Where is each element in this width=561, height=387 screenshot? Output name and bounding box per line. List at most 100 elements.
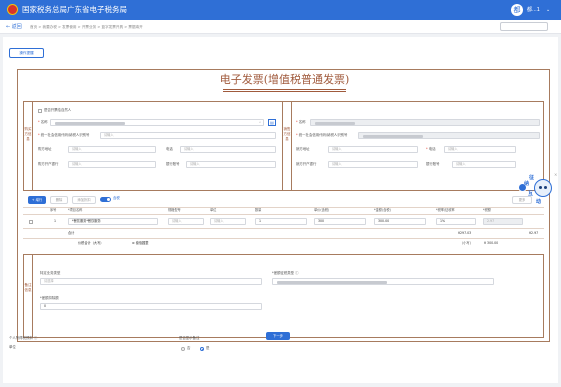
seller-phone-input[interactable]: 请输入	[444, 146, 516, 153]
assistant-char: 纳	[524, 181, 530, 187]
table-top-line	[23, 207, 544, 208]
buyer-account-input[interactable]: 请输入	[186, 161, 276, 168]
radio-yes[interactable]	[200, 347, 204, 351]
tax-emblem-icon	[7, 4, 18, 15]
total-words-label: 价税合计（大写）	[78, 241, 104, 245]
breadcrumb-bar: ← 返回 首页 > 我要办税 > 发票使用 > 开票业务 > 蓝字发票开具 > …	[0, 20, 561, 34]
subtotal-tax: ¥2.97	[529, 231, 539, 235]
operation-tip-button[interactable]: 操作提醒	[9, 48, 44, 58]
unit-input[interactable]: 请输入	[210, 218, 246, 225]
col-tax: *税额	[483, 208, 491, 212]
total-words: ⊗ 叁佰圆整	[132, 241, 149, 245]
buyer-phone-label: 电话	[166, 147, 173, 151]
buyer-tax-label: * 统一社会信用代码/纳税人识别号	[38, 133, 90, 137]
row-no: 1	[54, 219, 57, 223]
redacted-text	[55, 121, 125, 125]
add-discount-button[interactable]: 添加折扣	[72, 196, 96, 204]
radio-no[interactable]	[181, 347, 185, 351]
lookup-icon[interactable]: ▤	[268, 119, 276, 126]
seller-bank-label: 销方开户银行	[296, 162, 317, 166]
user-avatar[interactable]: 都	[511, 4, 523, 16]
buyer-bank-input[interactable]: 请输入	[68, 161, 156, 168]
buyer-account-label: 银行账号	[166, 162, 180, 166]
spec-input[interactable]: 请输入	[168, 218, 204, 225]
seller-bank-input[interactable]: 请输入	[328, 161, 418, 168]
col-spec: 规格型号	[168, 208, 181, 212]
buyer-name-label: * 名称	[38, 120, 48, 124]
col-amount: *金额(含税)	[374, 208, 391, 212]
close-icon[interactable]: ×	[554, 173, 558, 177]
search-icon[interactable]: ⌕	[259, 120, 261, 125]
special-type-select[interactable]: 请选择	[40, 278, 262, 285]
tax-amount-input: 2.97	[483, 218, 523, 225]
seller-section-label: 销售方信息	[283, 102, 292, 190]
seller-tax-input	[358, 132, 540, 139]
diff-type-select[interactable]	[272, 278, 494, 285]
top-bar: 国家税务总局广东省电子税务局 都 都...1 ⌄	[0, 0, 561, 20]
redacted-text	[277, 280, 387, 284]
seller-account-label: 银行账号	[426, 162, 440, 166]
diff-type-label: *差额征税类型 ⓘ	[272, 271, 299, 275]
buyer-name-input[interactable]: ⌕	[50, 119, 264, 126]
back-link[interactable]: ← 返回	[6, 23, 22, 31]
show-remarks-label: 是否显示备注	[179, 336, 200, 340]
seller-addr-input[interactable]: 请输入	[328, 146, 418, 153]
invoice-title: 电子发票(增值税普通发票)	[219, 73, 350, 86]
col-qty: 数量	[255, 208, 262, 212]
tax-inclusive-toggle[interactable]	[100, 197, 111, 202]
buyer-tax-input[interactable]: 请输入	[100, 132, 276, 139]
assistant-char: 征	[529, 175, 535, 181]
amount-input[interactable]: 300.00	[374, 218, 426, 225]
buyer-phone-input[interactable]: 请输入	[180, 146, 276, 153]
tax-rate-select[interactable]: 1%	[436, 218, 476, 225]
party-section: 购买方信息 销售方信息 是否开票给自然人 * 名称 ⌕ ▤ * 统一社会信用代码…	[23, 101, 544, 191]
seller-addr-label: 销方地址	[296, 147, 310, 151]
item-name-input[interactable]: *餐饮服务*餐饮服务	[68, 218, 158, 225]
chevron-down-icon[interactable]: ⌄	[546, 5, 550, 15]
quantity-input[interactable]: 1	[255, 218, 307, 225]
row-checkbox[interactable]	[29, 220, 33, 224]
buyer-section-label: 购买方信息	[24, 102, 33, 190]
seller-name-input	[310, 119, 540, 126]
assistant-widget[interactable]: 征 纳 互 动 ×	[518, 173, 558, 209]
price-input[interactable]: 300	[314, 218, 366, 225]
header-line	[23, 214, 544, 215]
diff-deduct-input[interactable]: 0	[40, 303, 262, 310]
subtotal-amount: ¥297.03	[458, 231, 472, 235]
col-rate: *税率/征收率	[436, 208, 455, 212]
robot-icon	[534, 179, 552, 197]
natural-person-checkbox[interactable]	[38, 109, 42, 113]
tax-inclusive-label: 含税	[113, 196, 120, 200]
assistant-char: 互	[528, 191, 534, 197]
subtotal-label: 合计	[68, 231, 75, 235]
natural-person-label: 是否开票给自然人	[44, 108, 72, 112]
special-type-label: 特定业务类型	[40, 271, 61, 275]
buyer-addr-input[interactable]: 请输入	[68, 146, 156, 153]
add-row-button[interactable]: + 增行	[28, 196, 46, 204]
col-price: 单价(含税)	[314, 208, 330, 212]
radio-no-label: 否	[187, 346, 191, 350]
robot-eye	[539, 186, 542, 189]
site-title: 国家税务总局广东省电子税务局	[22, 5, 127, 14]
crumb-action-button[interactable]	[500, 22, 548, 31]
buyer-bank-label: 购方开户银行	[38, 162, 59, 166]
remarks-section: 备注信息 特定业务类型 请选择 *差额征税类型 ⓘ *差额扣除额 0	[23, 254, 544, 338]
row-line	[23, 228, 544, 229]
title-underline	[223, 89, 346, 92]
col-unit: 单位	[210, 208, 217, 212]
breadcrumb: 首页 > 我要办税 > 发票使用 > 开票业务 > 蓝字发票开具 > 票据填开	[30, 25, 143, 29]
seller-account-input[interactable]: 请输入	[452, 161, 516, 168]
col-item: *项目名称	[68, 208, 83, 212]
col-no: 序号	[50, 208, 57, 212]
subtotal-line	[23, 238, 544, 239]
robot-eye	[544, 186, 547, 189]
remarks-section-label: 备注信息	[24, 255, 33, 337]
total-small-label: (小写)	[462, 241, 471, 245]
next-step-button[interactable]: 下一步	[266, 332, 290, 340]
user-name[interactable]: 都...1	[527, 5, 540, 15]
redacted-text	[363, 134, 423, 138]
diff-deduct-label: *差额扣除额	[40, 296, 59, 300]
delete-row-button[interactable]: 删除	[50, 196, 68, 204]
total-small: ¥ 300.00	[484, 241, 499, 245]
seller-phone-label: * 电话	[426, 147, 436, 151]
